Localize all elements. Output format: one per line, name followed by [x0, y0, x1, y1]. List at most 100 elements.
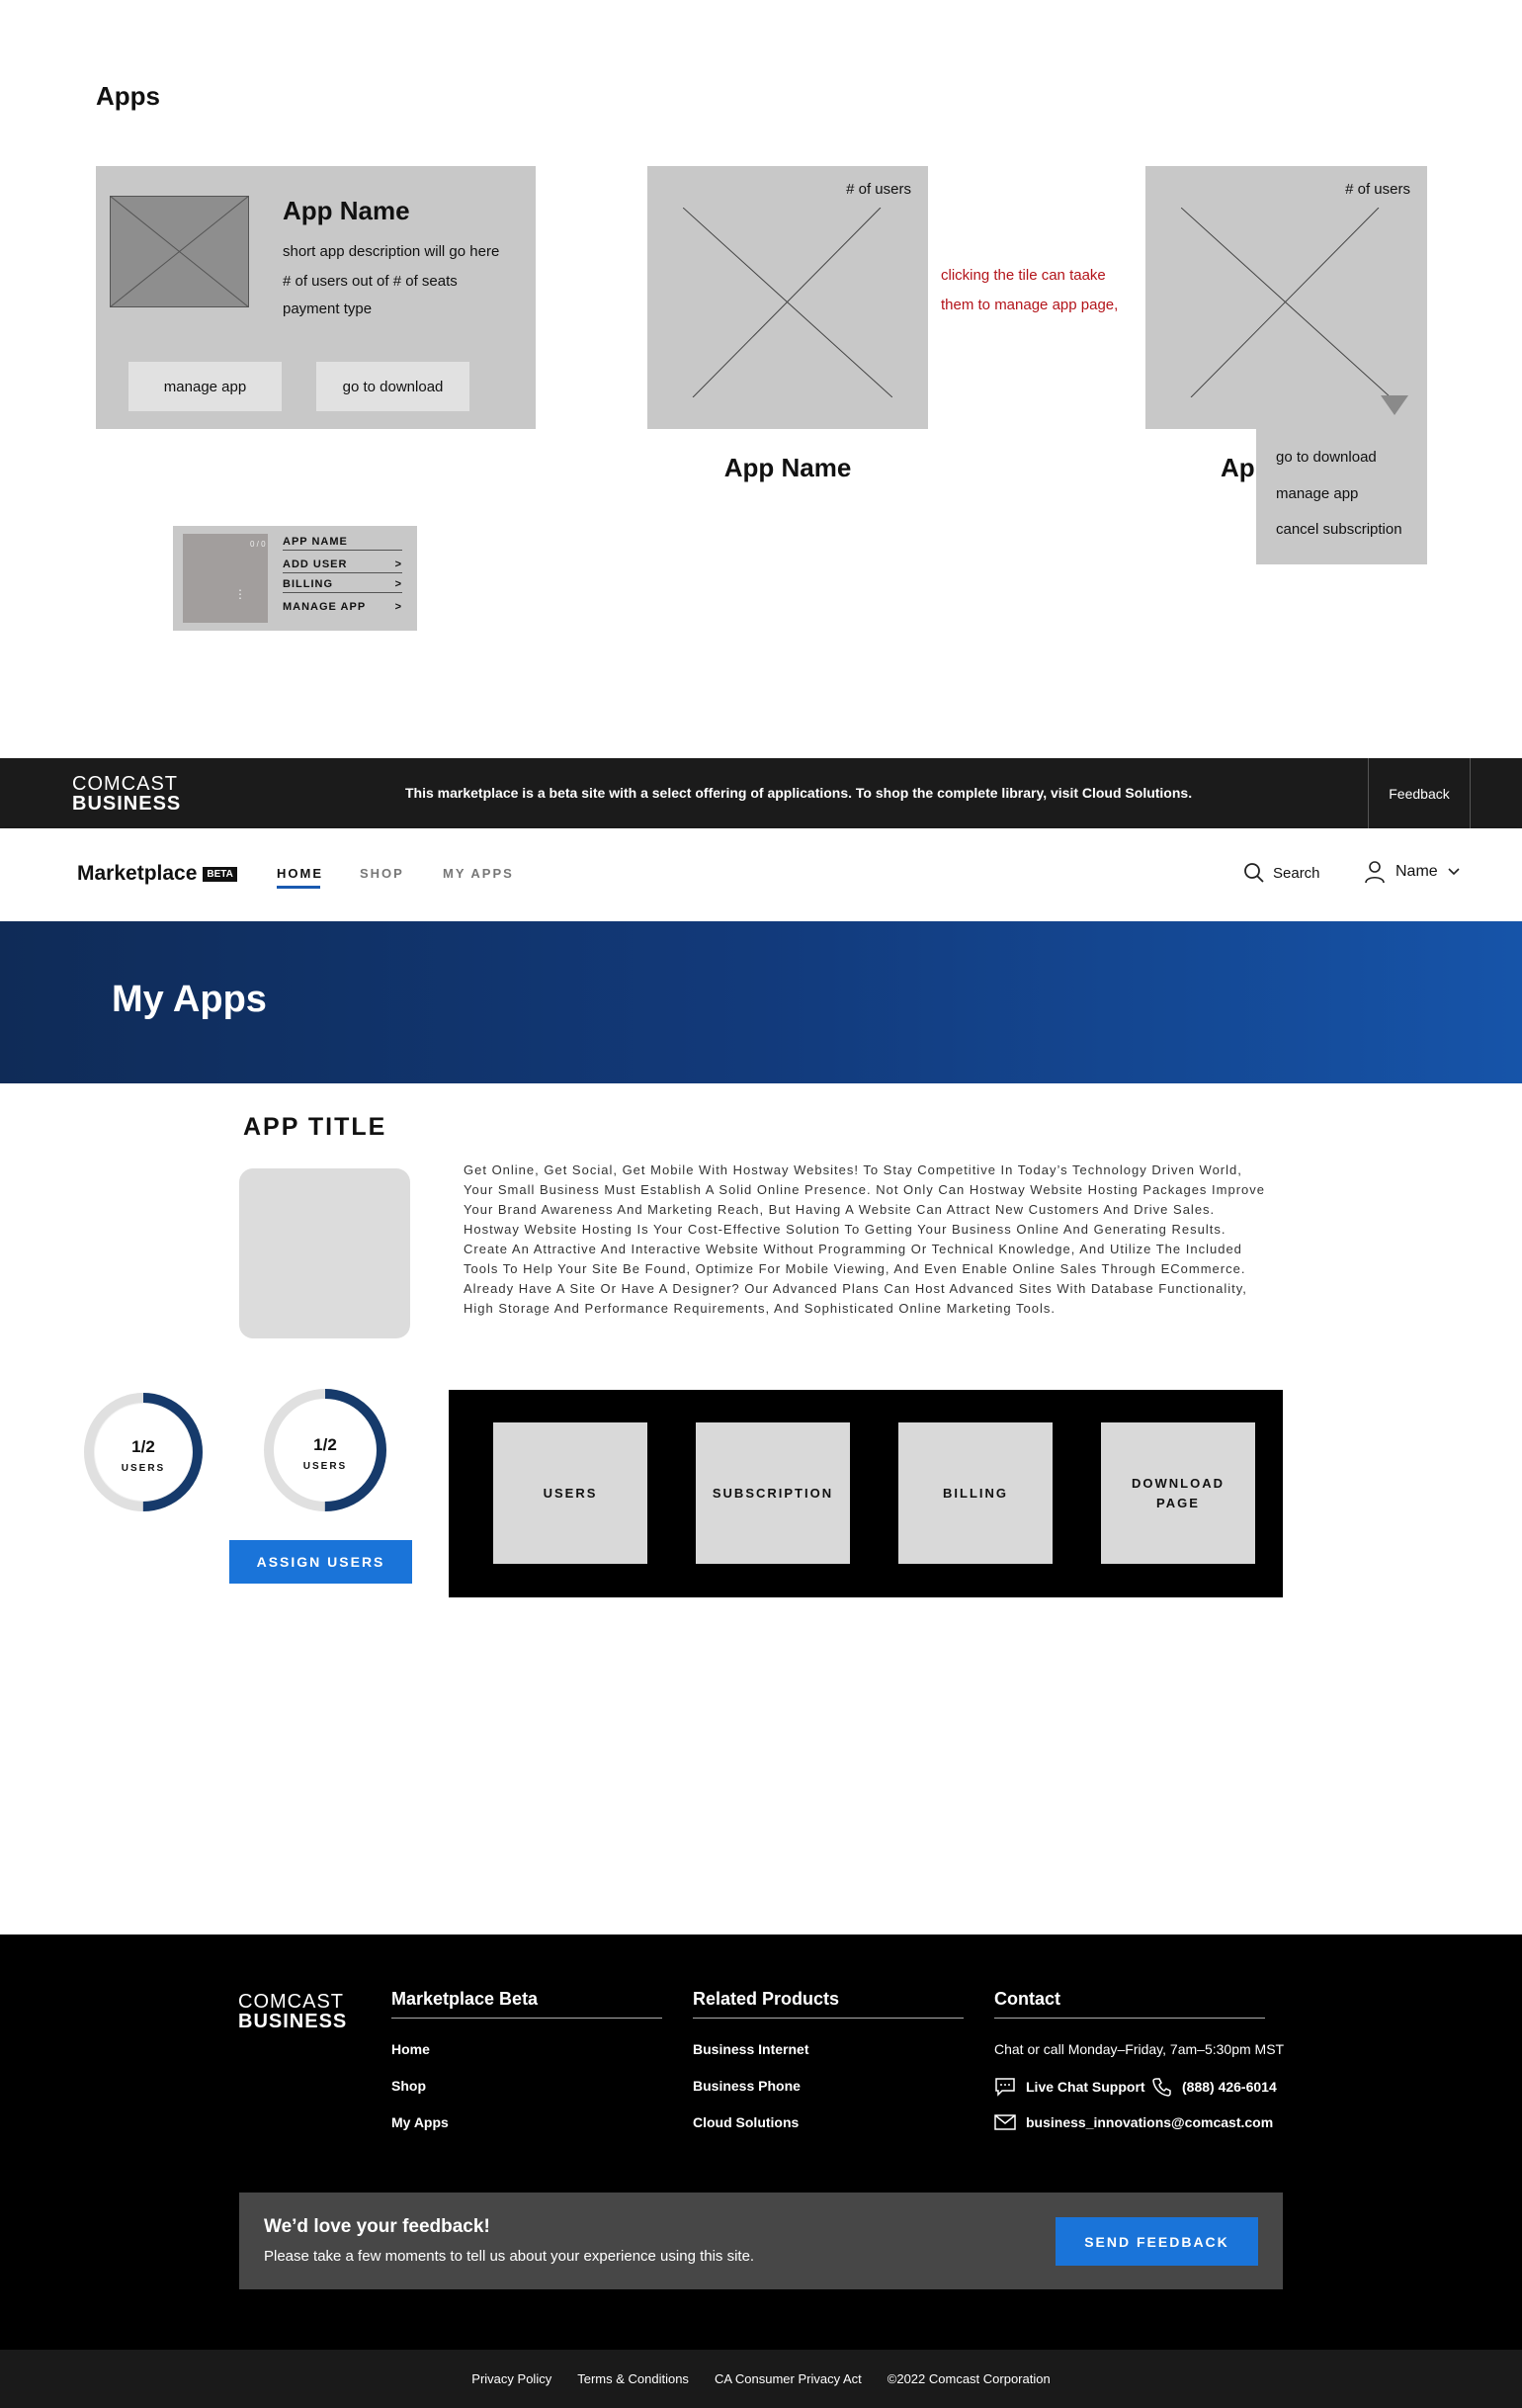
mini-row-app-name: APP NAME — [283, 536, 402, 551]
manage-app-button[interactable]: manage app — [128, 362, 282, 411]
live-chat-label: Live Chat Support — [1026, 2079, 1145, 2095]
privacy-policy-link[interactable]: Privacy Policy — [471, 2371, 551, 2386]
user-name: Name — [1395, 863, 1438, 880]
footer-col-title: Marketplace Beta — [391, 1989, 662, 2019]
logo-line: BUSINESS — [238, 2011, 348, 2032]
app-users-count: # of users out of # of seats — [283, 273, 458, 290]
user-menu[interactable]: Name — [1364, 860, 1460, 884]
more-dots-icon[interactable]: ⋮ — [234, 587, 246, 601]
footer-link-business-phone[interactable]: Business Phone — [693, 2078, 801, 2094]
annotation-note: clicking the tile can taake them to mana… — [941, 261, 1118, 320]
app-description: Get Online, Get Social, Get Mobile With … — [464, 1162, 1265, 1316]
placeholder-image-icon — [1181, 208, 1391, 397]
tile-label: USERS — [543, 1485, 598, 1501]
nav-shop[interactable]: SHOP — [360, 866, 404, 881]
footer-link-business-internet[interactable]: Business Internet — [693, 2041, 808, 2057]
app-payment-type: payment type — [283, 301, 373, 317]
app-tile[interactable]: # of users — [647, 166, 928, 429]
footer-link-cloud-solutions[interactable]: Cloud Solutions — [693, 2114, 799, 2130]
user-icon — [1365, 861, 1385, 884]
ca-privacy-link[interactable]: CA Consumer Privacy Act — [715, 2371, 862, 2386]
marketplace-brand[interactable]: Marketplace BETA — [77, 862, 237, 886]
phone-icon — [1152, 2078, 1171, 2097]
search-button[interactable]: Search — [1243, 862, 1320, 884]
phone-number: (888) 426-6014 — [1182, 2079, 1277, 2095]
footer-col-title: Contact — [994, 1989, 1265, 2019]
page-title: My Apps — [112, 979, 267, 1020]
feedback-subtitle: Please take a few moments to tell us abo… — [264, 2248, 755, 2265]
chevron-right-icon: > — [394, 559, 402, 570]
app-card-horizontal[interactable]: App Name short app description will go h… — [96, 166, 536, 429]
menu-caret-icon[interactable] — [1381, 395, 1408, 415]
feedback-callout: We’d love your feedback! Please take a f… — [239, 2193, 1283, 2289]
mini-row-billing[interactable]: BILLING > — [283, 578, 402, 593]
tile-users[interactable]: USERS — [493, 1422, 647, 1564]
mini-row-manage-app[interactable]: MANAGE APP > — [283, 601, 402, 615]
users-donut: 1/2 USERS — [263, 1388, 387, 1512]
footer-col-title: Related Products — [693, 1989, 964, 2019]
logo-line: COMCAST — [72, 773, 178, 795]
phone-link[interactable]: (888) 426-6014 — [1152, 2077, 1277, 2097]
users-count-label: # of users — [1345, 181, 1410, 198]
search-label: Search — [1273, 864, 1320, 882]
tile-label: BILLING — [943, 1485, 1008, 1501]
mini-row-label: BILLING — [283, 578, 333, 590]
tile-label: SUBSCRIPTION — [712, 1485, 834, 1501]
tile-subscription[interactable]: SUBSCRIPTION — [696, 1422, 850, 1564]
nav-my-apps[interactable]: MY APPS — [443, 866, 514, 881]
logo-line: BUSINESS — [72, 793, 182, 815]
beta-banner: COMCAST BUSINESS This marketplace is a b… — [0, 758, 1522, 828]
footer: COMCAST BUSINESS Marketplace Beta Home S… — [0, 1935, 1522, 2350]
footer-link-home[interactable]: Home — [391, 2041, 430, 2057]
mini-app-thumbnail: 0 / 0 ⋮ — [183, 534, 268, 623]
app-thumbnail — [239, 1168, 410, 1338]
mini-row-label: MANAGE APP — [283, 601, 367, 613]
app-tile-with-menu[interactable]: # of users — [1145, 166, 1427, 429]
menu-item-manage-app[interactable]: manage app — [1276, 485, 1358, 502]
nav-home[interactable]: HOME — [277, 866, 323, 881]
comcast-business-logo[interactable]: COMCAST BUSINESS — [72, 774, 181, 814]
footer-col-contact: Contact — [994, 1989, 1265, 2019]
search-icon — [1244, 863, 1264, 883]
active-tab-indicator — [277, 886, 320, 889]
legal-bar: Privacy Policy Terms & Conditions CA Con… — [0, 2350, 1522, 2408]
menu-item-go-to-download[interactable]: go to download — [1276, 449, 1377, 466]
app-actions-panel: USERS SUBSCRIPTION BILLING DOWNLOAD PAGE — [449, 1390, 1283, 1597]
comcast-business-logo[interactable]: COMCAST BUSINESS — [238, 1992, 347, 2031]
send-feedback-button[interactable]: SEND FEEDBACK — [1056, 2217, 1258, 2266]
mini-app-card[interactable]: 0 / 0 ⋮ APP NAME ADD USER > BILLING > MANA… — [173, 526, 417, 631]
annotation-line: them to manage app page, — [941, 297, 1119, 313]
users-count-label: # of users — [846, 181, 911, 198]
feedback-button[interactable]: Feedback — [1368, 758, 1471, 828]
footer-link-my-apps[interactable]: My Apps — [391, 2114, 449, 2130]
copyright: ©2022 Comcast Corporation — [887, 2371, 1051, 2386]
terms-link[interactable]: Terms & Conditions — [577, 2371, 689, 2386]
tile-label: PAGE — [1156, 1495, 1200, 1510]
app-tile-dropdown-menu: go to download manage app cancel subscri… — [1256, 429, 1427, 564]
menu-item-cancel-subscription[interactable]: cancel subscription — [1276, 521, 1402, 538]
donut-value: 1/2 — [131, 1437, 155, 1456]
footer-link-shop[interactable]: Shop — [391, 2078, 426, 2094]
app-title: APP TITLE — [243, 1113, 387, 1141]
contact-hours: Chat or call Monday–Friday, 7am–5:30pm M… — [994, 2041, 1285, 2057]
annotation-line: clicking the tile can taake — [941, 267, 1106, 284]
hero-banner: My Apps — [0, 921, 1522, 1083]
logo-line: COMCAST — [238, 1991, 344, 2013]
go-to-download-button[interactable]: go to download — [316, 362, 469, 411]
mini-badge: 0 / 0 — [250, 540, 266, 549]
tile-download-page[interactable]: DOWNLOAD PAGE — [1101, 1422, 1255, 1564]
chevron-right-icon: > — [394, 578, 402, 590]
live-chat-link[interactable]: Live Chat Support — [994, 2077, 1145, 2097]
users-donut: 1/2 USERS — [79, 1388, 208, 1516]
mini-row-label: APP NAME — [283, 536, 348, 548]
assign-users-button[interactable]: ASSIGN USERS — [229, 1540, 412, 1584]
mail-icon — [994, 2114, 1016, 2130]
donut-label: USERS — [302, 1461, 348, 1472]
feedback-title: We’d love your feedback! — [264, 2216, 490, 2237]
email-link[interactable]: business_innovations@comcast.com — [994, 2114, 1273, 2130]
mini-row-add-user[interactable]: ADD USER > — [283, 559, 402, 573]
app-tile-name: App Name — [723, 453, 852, 482]
beta-message: This marketplace is a beta site with a s… — [405, 785, 1193, 801]
tile-billing[interactable]: BILLING — [898, 1422, 1053, 1564]
beta-badge: BETA — [203, 866, 237, 882]
